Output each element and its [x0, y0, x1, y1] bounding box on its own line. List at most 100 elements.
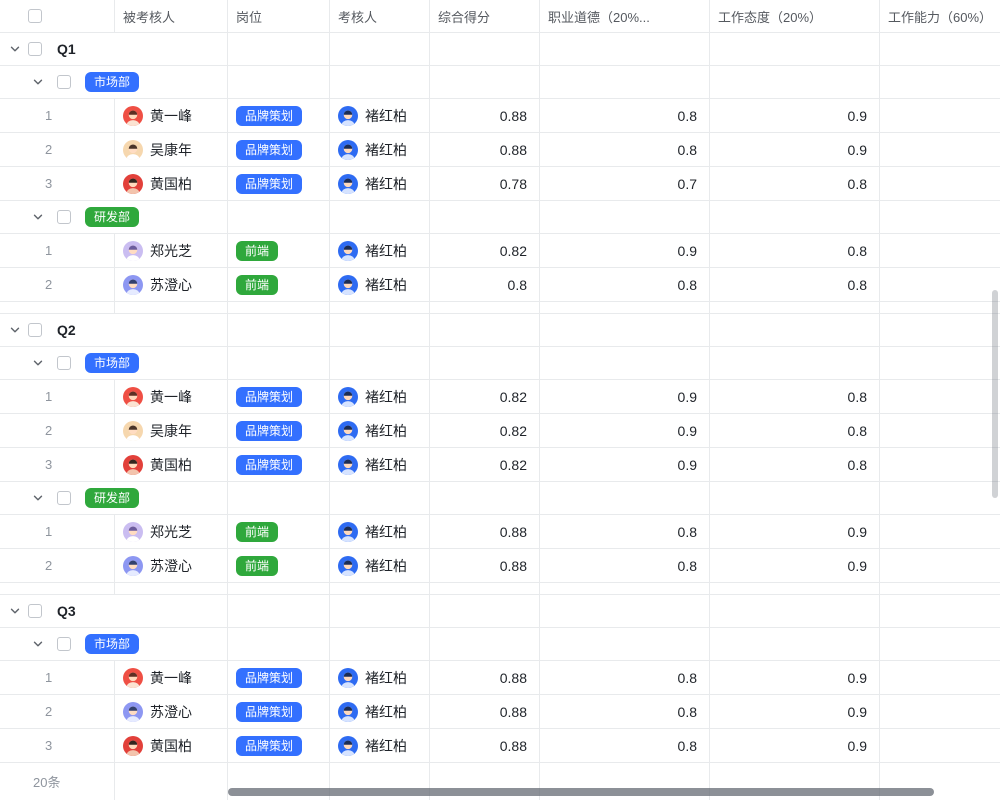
data-row[interactable]: 3黄国柏品牌策划褚红柏0.780.70.8: [0, 167, 1000, 201]
ability-cell[interactable]: [880, 729, 1000, 762]
attitude-cell[interactable]: 0.9: [710, 695, 880, 728]
ethics-cell[interactable]: 0.8: [540, 268, 710, 301]
assessor-cell[interactable]: 褚红柏: [330, 167, 430, 200]
score-cell[interactable]: 0.88: [430, 133, 540, 166]
department-group-row[interactable]: 市场部: [0, 347, 1000, 380]
score-cell[interactable]: 0.88: [430, 729, 540, 762]
expand-chevron-icon[interactable]: [32, 492, 44, 504]
row-index-cell[interactable]: 3: [0, 729, 115, 762]
ability-cell[interactable]: [880, 268, 1000, 301]
position-cell[interactable]: 品牌策划: [228, 661, 330, 694]
person-cell[interactable]: 黄国柏: [115, 448, 228, 481]
group-select-checkbox[interactable]: [28, 323, 42, 337]
column-header-2[interactable]: 岗位: [228, 0, 330, 32]
row-index-cell[interactable]: 1: [0, 380, 115, 413]
position-cell[interactable]: 品牌策划: [228, 380, 330, 413]
score-cell[interactable]: 0.88: [430, 515, 540, 548]
data-row[interactable]: 2苏澄心前端褚红柏0.880.80.9: [0, 549, 1000, 583]
position-cell[interactable]: 品牌策划: [228, 729, 330, 762]
group-select-checkbox[interactable]: [57, 637, 71, 651]
assessor-cell[interactable]: 褚红柏: [330, 549, 430, 582]
ability-cell[interactable]: [880, 414, 1000, 447]
position-cell[interactable]: 前端: [228, 234, 330, 267]
ability-cell[interactable]: [880, 167, 1000, 200]
ability-cell[interactable]: [880, 549, 1000, 582]
column-header-7[interactable]: 工作能力（60%）: [880, 0, 1000, 32]
person-cell[interactable]: 吴康年: [115, 414, 228, 447]
position-cell[interactable]: 前端: [228, 549, 330, 582]
score-cell[interactable]: 0.82: [430, 380, 540, 413]
assessor-cell[interactable]: 褚红柏: [330, 268, 430, 301]
row-index-cell[interactable]: 1: [0, 661, 115, 694]
department-group-row[interactable]: 研发部: [0, 201, 1000, 234]
attitude-cell[interactable]: 0.8: [710, 448, 880, 481]
ethics-cell[interactable]: 0.9: [540, 448, 710, 481]
score-cell[interactable]: 0.88: [430, 695, 540, 728]
column-header-5[interactable]: 职业道德（20%...: [540, 0, 710, 32]
score-cell[interactable]: 0.8: [430, 268, 540, 301]
ethics-cell[interactable]: 0.8: [540, 729, 710, 762]
ethics-cell[interactable]: 0.8: [540, 99, 710, 132]
person-cell[interactable]: 郑光芝: [115, 515, 228, 548]
score-cell[interactable]: 0.82: [430, 448, 540, 481]
expand-chevron-icon[interactable]: [32, 638, 44, 650]
ability-cell[interactable]: [880, 661, 1000, 694]
attitude-cell[interactable]: 0.8: [710, 268, 880, 301]
ability-cell[interactable]: [880, 448, 1000, 481]
person-cell[interactable]: 吴康年: [115, 133, 228, 166]
position-cell[interactable]: 品牌策划: [228, 167, 330, 200]
group-select-checkbox[interactable]: [57, 210, 71, 224]
ability-cell[interactable]: [880, 133, 1000, 166]
assessor-cell[interactable]: 褚红柏: [330, 729, 430, 762]
quarter-group-row[interactable]: Q2: [0, 314, 1000, 347]
assessor-cell[interactable]: 褚红柏: [330, 99, 430, 132]
assessor-cell[interactable]: 褚红柏: [330, 234, 430, 267]
ability-cell[interactable]: [880, 99, 1000, 132]
data-row[interactable]: 1郑光芝前端褚红柏0.820.90.8: [0, 234, 1000, 268]
column-header-4[interactable]: 综合得分: [430, 0, 540, 32]
ethics-cell[interactable]: 0.8: [540, 133, 710, 166]
attitude-cell[interactable]: 0.9: [710, 549, 880, 582]
ability-cell[interactable]: [880, 695, 1000, 728]
assessor-cell[interactable]: 褚红柏: [330, 695, 430, 728]
horizontal-scrollbar-thumb[interactable]: [228, 788, 934, 796]
ability-cell[interactable]: [880, 515, 1000, 548]
expand-chevron-icon[interactable]: [9, 324, 21, 336]
data-row[interactable]: 1黄一峰品牌策划褚红柏0.880.80.9: [0, 661, 1000, 695]
ethics-cell[interactable]: 0.9: [540, 234, 710, 267]
data-row[interactable]: 1郑光芝前端褚红柏0.880.80.9: [0, 515, 1000, 549]
position-cell[interactable]: 前端: [228, 515, 330, 548]
ethics-cell[interactable]: 0.8: [540, 661, 710, 694]
row-index-cell[interactable]: 2: [0, 268, 115, 301]
assessor-cell[interactable]: 褚红柏: [330, 661, 430, 694]
attitude-cell[interactable]: 0.9: [710, 661, 880, 694]
ethics-cell[interactable]: 0.8: [540, 695, 710, 728]
column-header-3[interactable]: 考核人: [330, 0, 430, 32]
attitude-cell[interactable]: 0.8: [710, 234, 880, 267]
group-select-checkbox[interactable]: [57, 491, 71, 505]
data-row[interactable]: 1黄一峰品牌策划褚红柏0.820.90.8: [0, 380, 1000, 414]
person-cell[interactable]: 黄国柏: [115, 729, 228, 762]
quarter-group-row[interactable]: Q3: [0, 595, 1000, 628]
department-group-row[interactable]: 研发部: [0, 482, 1000, 515]
group-select-checkbox[interactable]: [28, 604, 42, 618]
row-index-cell[interactable]: 1: [0, 234, 115, 267]
ability-cell[interactable]: [880, 380, 1000, 413]
attitude-cell[interactable]: 0.9: [710, 99, 880, 132]
group-select-checkbox[interactable]: [57, 75, 71, 89]
position-cell[interactable]: 品牌策划: [228, 448, 330, 481]
data-row[interactable]: 3黄国柏品牌策划褚红柏0.820.90.8: [0, 448, 1000, 482]
attitude-cell[interactable]: 0.8: [710, 167, 880, 200]
attitude-cell[interactable]: 0.8: [710, 380, 880, 413]
score-cell[interactable]: 0.78: [430, 167, 540, 200]
assessor-cell[interactable]: 褚红柏: [330, 515, 430, 548]
row-index-cell[interactable]: 2: [0, 695, 115, 728]
score-cell[interactable]: 0.82: [430, 234, 540, 267]
ethics-cell[interactable]: 0.7: [540, 167, 710, 200]
department-group-row[interactable]: 市场部: [0, 628, 1000, 661]
row-index-cell[interactable]: 3: [0, 448, 115, 481]
person-cell[interactable]: 黄一峰: [115, 380, 228, 413]
person-cell[interactable]: 苏澄心: [115, 268, 228, 301]
assessor-cell[interactable]: 褚红柏: [330, 133, 430, 166]
data-row[interactable]: 3黄国柏品牌策划褚红柏0.880.80.9: [0, 729, 1000, 763]
